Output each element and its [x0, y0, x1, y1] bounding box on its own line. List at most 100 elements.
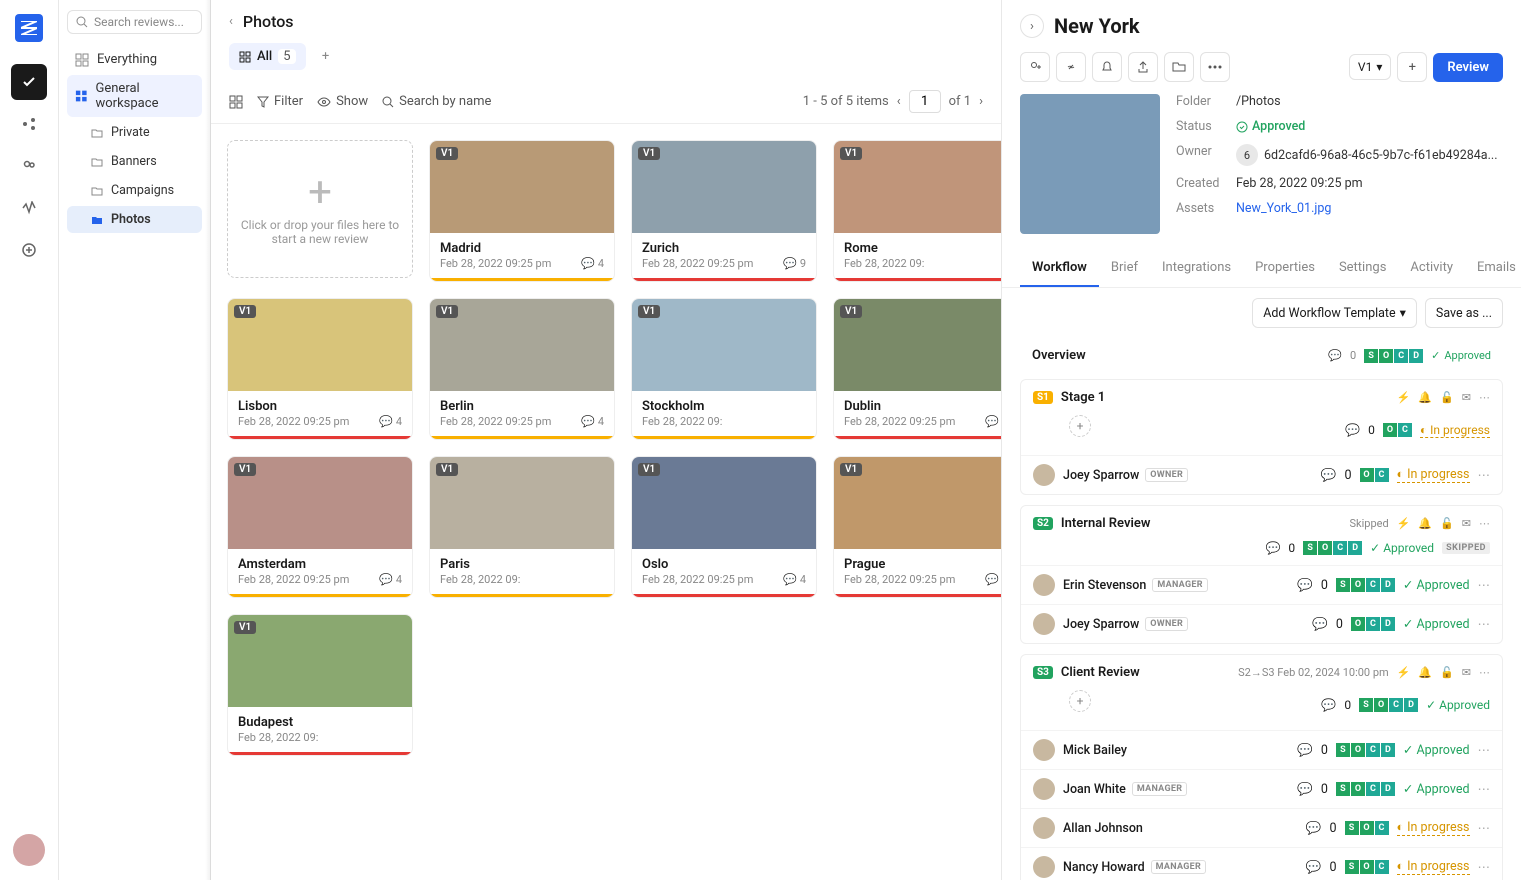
panel-close-button[interactable]: › — [1020, 14, 1044, 38]
filter-icon — [257, 96, 269, 108]
drop-zone[interactable]: + Click or drop your files here to start… — [227, 140, 413, 278]
bell-icon[interactable]: 🔔 — [1418, 391, 1432, 404]
member-avatar — [1033, 613, 1055, 635]
search-input[interactable]: Search reviews... — [67, 10, 202, 34]
tab-emails[interactable]: Emails — [1465, 250, 1521, 287]
comment-count: 💬 4 — [379, 573, 402, 586]
stage-member: Joey SparrowOWNER💬0OC◐ In progress⋯ — [1021, 455, 1502, 494]
more-button[interactable] — [1200, 52, 1230, 82]
sidebar-item-banners[interactable]: Banners — [67, 148, 202, 175]
sidebar-item-campaigns[interactable]: Campaigns — [67, 177, 202, 204]
asset-link[interactable]: New_York_01.jpg — [1236, 201, 1331, 216]
more-icon[interactable]: ⋯ — [1479, 391, 1490, 404]
send-icon[interactable]: ✉ — [1462, 666, 1471, 679]
lock-icon[interactable]: 🔓 — [1440, 391, 1454, 404]
photo-card[interactable]: V1DublinFeb 28, 2022 09:25 pm💬 4 — [833, 298, 1001, 440]
search-name-button[interactable]: Search by name — [382, 94, 491, 109]
photo-card[interactable]: V1ParisFeb 28, 2022 09: — [429, 456, 615, 598]
version-badge: V1 — [840, 305, 862, 318]
rail-check-icon[interactable] — [11, 64, 47, 100]
lightning-icon[interactable]: ⚡ — [1397, 517, 1411, 530]
status-chips: SOCD — [1303, 541, 1362, 555]
review-button[interactable]: Review — [1433, 53, 1503, 82]
card-date: Feb 28, 2022 09:25 pm — [238, 415, 349, 428]
rail-add-icon[interactable] — [11, 232, 47, 268]
lock-icon[interactable]: 🔓 — [1440, 517, 1454, 530]
more-icon[interactable]: ⋯ — [1478, 467, 1491, 483]
sidebar-workspace[interactable]: General workspace — [67, 75, 202, 117]
lightning-icon[interactable]: ⚡ — [1397, 666, 1411, 679]
tab-settings[interactable]: Settings — [1327, 250, 1398, 287]
version-select[interactable]: V1 ▾ — [1349, 54, 1391, 80]
lock-icon[interactable]: 🔓 — [1440, 666, 1454, 679]
user-avatar[interactable] — [13, 834, 45, 866]
share-button[interactable] — [1128, 52, 1158, 82]
photo-card[interactable]: V1PragueFeb 28, 2022 09:25 pm💬 4 — [833, 456, 1001, 598]
more-icon[interactable]: ⋯ — [1479, 517, 1490, 530]
tab-properties[interactable]: Properties — [1243, 250, 1327, 287]
tab-all[interactable]: All 5 — [229, 43, 306, 70]
show-label: Show — [336, 94, 368, 109]
photo-card[interactable]: V1BerlinFeb 28, 2022 09:25 pm💬 4 — [429, 298, 615, 440]
add-member-button[interactable]: + — [1069, 690, 1091, 712]
more-icon[interactable]: ⋯ — [1478, 616, 1491, 632]
thumbnail: V1 — [430, 457, 614, 549]
version-badge: V1 — [638, 463, 660, 476]
filter-button[interactable]: Filter — [257, 94, 303, 109]
rail-activity-icon[interactable] — [11, 190, 47, 226]
page-input[interactable] — [909, 90, 941, 113]
more-icon[interactable]: ⋯ — [1478, 859, 1491, 875]
link-button[interactable] — [1056, 52, 1086, 82]
prev-page[interactable]: ‹ — [897, 94, 901, 109]
app-logo[interactable] — [15, 14, 43, 42]
photo-card[interactable]: V1StockholmFeb 28, 2022 09: — [631, 298, 817, 440]
folder-icon — [91, 185, 103, 197]
notify-button[interactable] — [1092, 52, 1122, 82]
thumbnail: V1 — [632, 141, 816, 233]
bell-icon[interactable]: 🔔 — [1418, 517, 1432, 530]
folder-value[interactable]: /Photos — [1236, 94, 1281, 109]
add-tab-button[interactable]: + — [314, 45, 338, 69]
more-icon[interactable]: ⋯ — [1478, 781, 1491, 797]
photo-card[interactable]: V1AmsterdamFeb 28, 2022 09:25 pm💬 4 — [227, 456, 413, 598]
save-as-button[interactable]: Save as ... — [1425, 298, 1503, 328]
tab-brief[interactable]: Brief — [1099, 250, 1150, 287]
photo-card[interactable]: V1LisbonFeb 28, 2022 09:25 pm💬 4 — [227, 298, 413, 440]
view-grid-button[interactable] — [229, 95, 243, 109]
add-member-button[interactable]: + — [1069, 415, 1091, 437]
send-icon[interactable]: ✉ — [1462, 391, 1471, 404]
tab-activity[interactable]: Activity — [1398, 250, 1465, 287]
more-icon[interactable]: ⋯ — [1478, 577, 1491, 593]
more-icon[interactable]: ⋯ — [1478, 742, 1491, 758]
lightning-icon[interactable]: ⚡ — [1397, 391, 1411, 404]
more-icon[interactable]: ⋯ — [1479, 666, 1490, 679]
status-chips: OC — [1360, 468, 1389, 482]
stage-badge: S2 — [1033, 517, 1053, 530]
send-icon[interactable]: ✉ — [1462, 517, 1471, 530]
back-button[interactable]: ‹ — [229, 14, 233, 29]
comment-icon: 💬 — [1312, 617, 1328, 632]
add-version-button[interactable]: + — [1397, 52, 1427, 82]
add-workflow-template-button[interactable]: Add Workflow Template ▾ — [1252, 298, 1417, 328]
photo-card[interactable]: V1MadridFeb 28, 2022 09:25 pm💬 4 — [429, 140, 615, 282]
photo-card[interactable]: V1ZurichFeb 28, 2022 09:25 pm💬 9 — [631, 140, 817, 282]
photo-card[interactable]: V1BudapestFeb 28, 2022 09: — [227, 614, 413, 756]
folder-button[interactable] — [1164, 52, 1194, 82]
photo-card[interactable]: V1RomeFeb 28, 2022 09: — [833, 140, 1001, 282]
tab-workflow[interactable]: Workflow — [1020, 250, 1099, 287]
more-icon[interactable]: ⋯ — [1478, 820, 1491, 836]
rail-share-icon[interactable] — [11, 106, 47, 142]
bell-icon[interactable]: 🔔 — [1418, 666, 1432, 679]
sidebar-item-private[interactable]: Private — [67, 119, 202, 146]
user-plus-icon — [1028, 60, 1042, 74]
sidebar-everything[interactable]: Everything — [67, 46, 202, 73]
sidebar-item-photos[interactable]: Photos — [67, 206, 202, 233]
version-badge: V1 — [638, 305, 660, 318]
show-button[interactable]: Show — [317, 94, 368, 109]
photo-card[interactable]: V1OsloFeb 28, 2022 09:25 pm💬 4 — [631, 456, 817, 598]
rail-people-icon[interactable] — [11, 148, 47, 184]
filter-label: Filter — [274, 94, 303, 109]
next-page[interactable]: › — [979, 94, 983, 109]
tab-integrations[interactable]: Integrations — [1150, 250, 1243, 287]
add-user-button[interactable] — [1020, 52, 1050, 82]
